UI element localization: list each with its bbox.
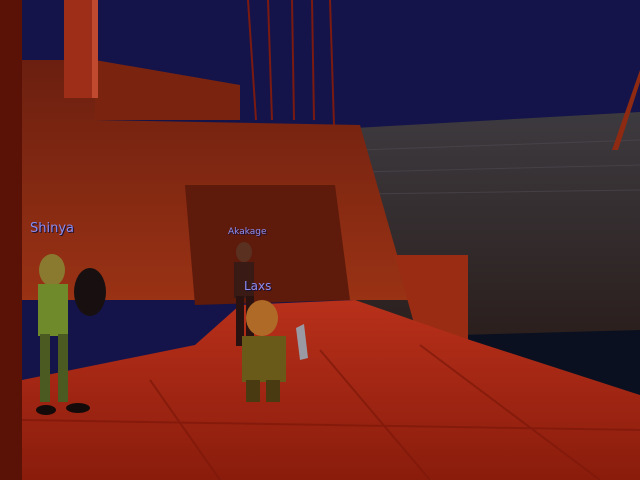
game-viewport[interactable]: Shinya Akakage Laxs bbox=[0, 0, 640, 480]
stone-wall bbox=[355, 112, 640, 345]
game-scene bbox=[0, 0, 640, 480]
mast-post bbox=[64, 0, 96, 98]
nameplate-laxs[interactable]: Laxs bbox=[244, 279, 271, 293]
nameplate-akakage[interactable]: Akakage bbox=[228, 227, 267, 237]
nameplate-shinya[interactable]: Shinya bbox=[30, 221, 74, 236]
shield bbox=[74, 268, 106, 316]
left-pillar bbox=[0, 0, 22, 480]
